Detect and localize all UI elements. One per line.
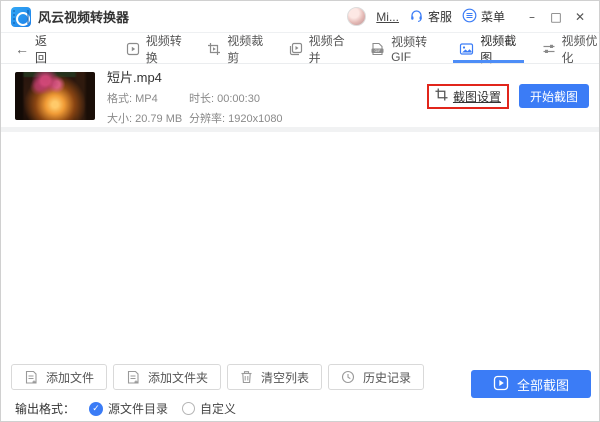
screenshot-all-label: 全部截图	[516, 377, 569, 393]
add-file-icon	[24, 370, 38, 385]
nav-bar: ← 返回 视频转换 视频裁剪 视频合并 GIF 视频转GIF 视频截图 视频优化	[1, 32, 599, 66]
gif-file-icon: GIF	[370, 42, 385, 56]
screenshot-settings-label: 截图设置	[452, 89, 501, 104]
radio-unchecked-icon	[182, 402, 196, 415]
maximize-button[interactable]: □	[545, 6, 567, 28]
output-format-row: 输出格式： ✓ 源文件目录 自定义	[15, 400, 236, 417]
play-square-icon	[493, 375, 509, 394]
tab-label: 视频转换	[145, 33, 182, 65]
app-window: 风云视频转换器 Mi... 客服 菜单 – □ ✕ ← 返回 视频转换 视频裁剪…	[0, 0, 600, 422]
radio-source-directory[interactable]: ✓ 源文件目录	[89, 400, 168, 417]
user-avatar[interactable]	[347, 7, 367, 26]
back-button[interactable]: ← 返回	[15, 32, 54, 66]
titlebar: 风云视频转换器 Mi... 客服 菜单 – □ ✕	[1, 1, 599, 33]
clear-list-label: 清空列表	[261, 370, 310, 385]
add-folder-icon	[126, 370, 140, 385]
history-button[interactable]: 历史记录	[328, 364, 425, 390]
window-controls: – □ ✕	[521, 6, 591, 28]
file-list-empty-area	[1, 137, 599, 357]
radio-checked-icon: ✓	[89, 401, 104, 416]
output-format-label: 输出格式：	[15, 402, 76, 416]
tab-label: 视频截图	[480, 33, 517, 65]
clock-icon	[341, 370, 355, 384]
sliders-icon	[542, 42, 556, 56]
back-arrow-icon: ←	[15, 40, 29, 57]
video-convert-icon	[126, 42, 140, 56]
file-resolution: 分辨率: 1920x1080	[189, 112, 283, 125]
red-annotation-box: 截图设置	[426, 83, 509, 109]
radio-custom[interactable]: 自定义	[182, 400, 236, 417]
username-link[interactable]: Mi...	[376, 10, 399, 24]
customer-service-button[interactable]: 客服	[409, 8, 452, 26]
bottom-toolbar: 添加文件 添加文件夹 清空列表 历史记录	[11, 364, 425, 390]
video-crop-icon	[207, 42, 221, 56]
file-actions: 截图设置 开始截图	[426, 83, 589, 109]
add-file-label: 添加文件	[46, 370, 95, 385]
tab-video-to-gif[interactable]: GIF 视频转GIF	[370, 34, 435, 64]
headset-icon	[409, 8, 424, 26]
app-logo-icon	[11, 6, 31, 27]
add-file-button[interactable]: 添加文件	[11, 364, 108, 390]
start-screenshot-button[interactable]: 开始截图	[518, 84, 589, 108]
crop-icon	[435, 88, 448, 104]
screenshot-settings-link[interactable]: 截图设置	[435, 88, 501, 105]
add-folder-button[interactable]: 添加文件夹	[113, 364, 222, 390]
tab-label: 视频转GIF	[391, 35, 428, 64]
tab-video-screenshot[interactable]: 视频截图	[453, 33, 524, 65]
file-meta: 格式: MP4 时长: 00:00:30 大小: 20.79 MB 分辨率: 1…	[107, 90, 283, 126]
file-name: 短片.mp4	[107, 69, 162, 85]
screenshot-all-button[interactable]: 全部截图	[471, 370, 591, 398]
back-label: 返回	[35, 33, 48, 65]
tab-strip: 视频转换 视频裁剪 视频合并 GIF 视频转GIF 视频截图 视频优化	[126, 33, 599, 65]
tab-video-convert[interactable]: 视频转换	[126, 33, 183, 65]
svg-text:GIF: GIF	[375, 49, 381, 53]
customer-service-label: 客服	[427, 10, 452, 24]
file-list-row[interactable]: 短片.mp4 格式: MP4 时长: 00:00:30 大小: 20.79 MB…	[1, 65, 599, 132]
file-info: 短片.mp4 格式: MP4 时长: 00:00:30 大小: 20.79 MB…	[107, 67, 283, 126]
radio-source-label: 源文件目录	[108, 402, 169, 416]
menu-icon	[462, 8, 477, 26]
video-merge-icon	[289, 42, 303, 56]
tab-video-merge[interactable]: 视频合并	[289, 33, 346, 65]
tab-label: 视频优化	[561, 33, 598, 65]
tab-label: 视频裁剪	[227, 33, 264, 65]
screenshot-image-icon	[459, 42, 474, 56]
file-duration: 时长: 00:00:30	[189, 92, 260, 105]
tab-video-optimize[interactable]: 视频优化	[542, 33, 599, 65]
menu-button[interactable]: 菜单	[462, 8, 505, 26]
tab-label: 视频合并	[308, 33, 345, 65]
app-title: 风云视频转换器	[38, 10, 130, 25]
tab-video-crop[interactable]: 视频裁剪	[207, 33, 264, 65]
file-format: 格式: MP4	[107, 92, 158, 105]
minimize-button[interactable]: –	[521, 6, 543, 28]
titlebar-right: Mi... 客服 菜单 – □ ✕	[347, 6, 591, 28]
file-size: 大小: 20.79 MB	[107, 112, 183, 125]
trash-icon	[240, 370, 253, 384]
history-label: 历史记录	[363, 370, 412, 385]
add-folder-label: 添加文件夹	[148, 370, 209, 385]
titlebar-left: 风云视频转换器	[11, 6, 130, 27]
menu-label: 菜单	[480, 10, 505, 24]
video-thumbnail	[15, 72, 95, 120]
radio-custom-label: 自定义	[200, 402, 237, 416]
clear-list-button[interactable]: 清空列表	[227, 364, 323, 390]
close-button[interactable]: ✕	[569, 6, 591, 28]
